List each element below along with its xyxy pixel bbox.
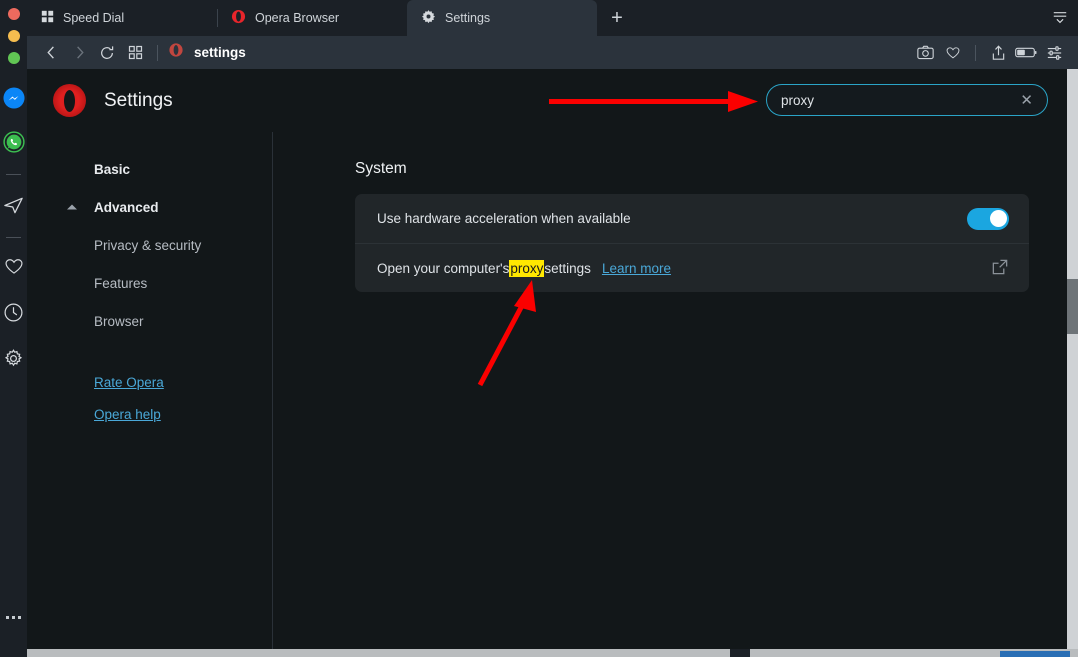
heart-icon[interactable] [939, 41, 967, 65]
sidebar-item-label: Advanced [94, 199, 159, 215]
whatsapp-icon[interactable] [2, 130, 26, 154]
sidebar-item-basic[interactable]: Basic [27, 150, 272, 188]
tab-strip: Speed Dial Opera Browser Settings + [27, 0, 1078, 36]
page-title: Settings [104, 89, 173, 111]
row-label-after: settings [544, 260, 591, 276]
window-zoom-button[interactable] [7, 52, 20, 64]
window-close-button[interactable] [7, 8, 20, 20]
more-icon[interactable] [6, 616, 21, 619]
sidebar-item-browser[interactable]: Browser [27, 302, 272, 340]
gear-icon[interactable] [2, 346, 26, 370]
reload-icon[interactable] [93, 41, 121, 65]
battery-icon[interactable] [1012, 41, 1040, 65]
grid-icon[interactable] [121, 41, 149, 65]
new-tab-button[interactable]: + [597, 0, 637, 36]
link-label: Opera help [94, 406, 161, 422]
scrollbar-thumb[interactable] [1067, 279, 1078, 334]
toolbar-right-icons [911, 41, 1068, 65]
tab-label: Opera Browser [255, 11, 340, 25]
speed-dial-icon [41, 10, 54, 26]
opera-browser-window: Speed Dial Opera Browser Settings + sett… [0, 0, 1078, 657]
tab-opera-browser[interactable]: Opera Browser [217, 0, 407, 36]
sidebar-item-label: Privacy & security [94, 237, 202, 253]
search-value: proxy [781, 92, 815, 108]
toolbar-divider [157, 44, 158, 61]
learn-more-link[interactable]: Learn more [602, 261, 671, 276]
row-proxy-settings[interactable]: Open your computer's proxy settings Lear… [355, 243, 1029, 292]
settings-sidebar: Basic Advanced Privacy & security Featur… [27, 132, 273, 649]
opera-icon [168, 42, 184, 63]
background-window-strip [0, 649, 1078, 657]
address-text: settings [194, 45, 246, 60]
opera-help-link[interactable]: Opera help [27, 398, 272, 430]
gear-icon [421, 9, 436, 27]
search-highlight: proxy [509, 259, 545, 277]
tab-settings[interactable]: Settings [407, 0, 597, 36]
messenger-icon[interactable] [2, 86, 26, 110]
tab-speed-dial[interactable]: Speed Dial [27, 0, 217, 36]
easy-setup-icon[interactable] [1040, 41, 1068, 65]
section-title: System [355, 160, 407, 177]
link-label: Rate Opera [94, 374, 164, 390]
sidebar-item-privacy-security[interactable]: Privacy & security [27, 226, 272, 264]
telegram-icon[interactable] [2, 193, 26, 217]
sidebar-dock [0, 0, 27, 657]
tab-label: Speed Dial [63, 11, 125, 25]
opera-icon [231, 9, 246, 27]
sidebar-item-label: Browser [94, 313, 144, 329]
settings-page: Settings proxy ✕ Basic Advanced Privacy … [27, 69, 1067, 649]
back-arrow-icon[interactable] [37, 41, 65, 65]
sidebar-item-label: Features [94, 275, 148, 291]
hardware-acceleration-toggle[interactable] [967, 207, 1009, 230]
external-link-icon[interactable] [991, 258, 1009, 279]
tab-menu-icon[interactable] [1048, 7, 1072, 29]
background-window-scrollbar[interactable] [1067, 69, 1078, 649]
chevron-up-icon [67, 204, 77, 210]
snapshot-icon[interactable] [911, 41, 939, 65]
sidebar-item-label: Basic [94, 161, 131, 177]
heart-icon[interactable] [2, 254, 26, 278]
dock-divider-2 [6, 237, 21, 238]
search-input[interactable]: proxy ✕ [766, 84, 1048, 116]
settings-content: System Use hardware acceleration when av… [273, 132, 1067, 649]
close-icon[interactable]: ✕ [1020, 93, 1033, 108]
address-bar[interactable]: settings [166, 42, 911, 63]
tab-label: Settings [445, 11, 491, 25]
settings-card: Use hardware acceleration when available… [355, 194, 1029, 292]
forward-arrow-icon[interactable] [65, 41, 93, 65]
row-label: Use hardware acceleration when available [377, 211, 631, 226]
dock-divider [6, 174, 21, 175]
sidebar-item-features[interactable]: Features [27, 264, 272, 302]
settings-header: Settings proxy ✕ [27, 69, 1067, 132]
row-label-before: Open your computer's [377, 260, 510, 276]
sidebar-item-advanced[interactable]: Advanced [27, 188, 272, 226]
navigation-toolbar: settings [27, 36, 1078, 69]
clock-icon[interactable] [2, 300, 26, 324]
share-icon[interactable] [984, 41, 1012, 65]
tab-divider [217, 9, 218, 27]
rate-opera-link[interactable]: Rate Opera [27, 366, 272, 398]
opera-logo [53, 84, 86, 117]
window-minimize-button[interactable] [7, 30, 20, 42]
row-hardware-acceleration[interactable]: Use hardware acceleration when available [355, 194, 1029, 243]
toolbar-divider-2 [975, 44, 976, 61]
